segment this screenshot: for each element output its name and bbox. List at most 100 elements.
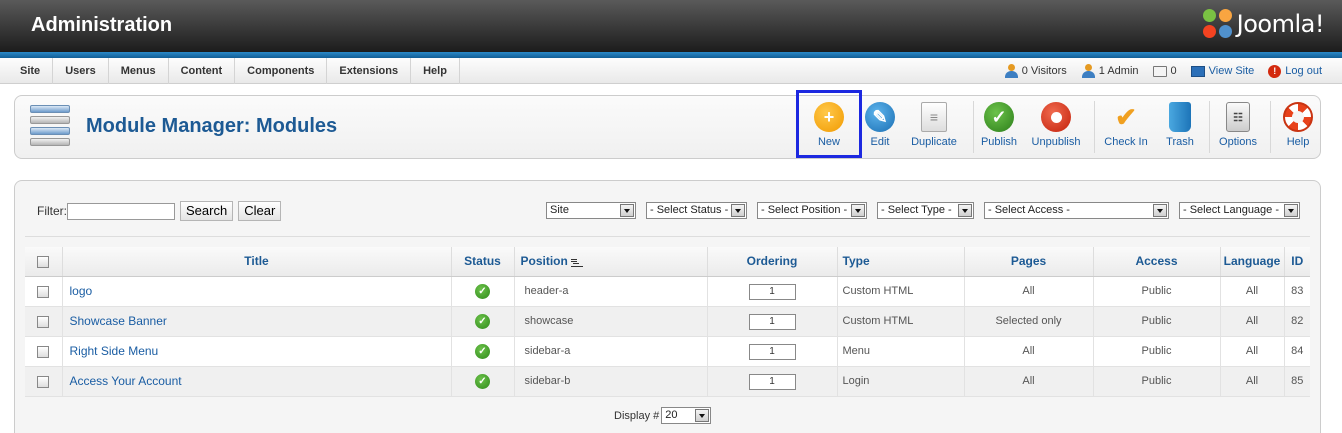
module-position: sidebar-a: [514, 336, 708, 367]
module-title-link[interactable]: Access Your Account: [70, 374, 182, 388]
module-title-link[interactable]: logo: [70, 284, 93, 298]
module-title-link[interactable]: Showcase Banner: [70, 314, 167, 328]
module-type: Custom HTML: [837, 276, 965, 307]
module-position: sidebar-b: [514, 366, 708, 397]
filter-bar: Filter: Search Clear: [37, 201, 282, 221]
module-pages: All: [964, 276, 1094, 307]
ordering-input[interactable]: 1: [748, 343, 796, 360]
new-button-highlight: [796, 90, 862, 158]
search-button[interactable]: Search: [180, 201, 234, 221]
duplicate-button[interactable]: ≡ Duplicate: [908, 102, 960, 152]
module-access: Public: [1093, 276, 1221, 307]
column-access[interactable]: Access: [1093, 247, 1221, 277]
joomla-logo[interactable]: Joomla!: [1202, 9, 1325, 39]
lifebuoy-icon: [1283, 102, 1313, 132]
unpublish-button[interactable]: Unpublish: [1030, 102, 1082, 152]
table-header-row: Title Status Position Ordering Type Page…: [25, 247, 1310, 277]
options-icon: ☷: [1226, 102, 1250, 132]
published-icon[interactable]: ✓: [475, 343, 490, 359]
select-all-checkbox[interactable]: [37, 256, 50, 269]
row-checkbox[interactable]: [37, 345, 50, 358]
clear-button[interactable]: Clear: [238, 201, 282, 221]
menu-site[interactable]: Site: [8, 58, 54, 84]
joomla-logo-icon: [1202, 9, 1233, 39]
sort-ascending-icon: [570, 258, 583, 267]
module-access: Public: [1093, 336, 1221, 367]
published-icon[interactable]: ✓: [475, 373, 490, 389]
column-pages[interactable]: Pages: [964, 247, 1094, 277]
column-language[interactable]: Language: [1220, 247, 1285, 277]
module-id: 84: [1284, 336, 1310, 367]
toolbar-separator: [1270, 101, 1271, 153]
chevron-down-icon: [731, 204, 745, 217]
table-row: Showcase Banner ✓ showcase 1 Custom HTML…: [25, 306, 1310, 337]
trash-button[interactable]: Trash: [1161, 102, 1199, 152]
column-position[interactable]: Position: [514, 247, 708, 277]
module-access: Public: [1093, 306, 1221, 337]
published-icon[interactable]: ✓: [475, 313, 490, 329]
module-language: All: [1220, 366, 1285, 397]
logout-link[interactable]: ! Log out: [1268, 64, 1322, 78]
help-button[interactable]: Help: [1278, 102, 1318, 152]
select-all-cell: [25, 247, 63, 277]
module-pages: All: [964, 366, 1094, 397]
type-select[interactable]: - Select Type -: [877, 202, 974, 219]
menu-menus[interactable]: Menus: [109, 58, 169, 84]
module-pages: All: [964, 336, 1094, 367]
ordering-input[interactable]: 1: [748, 373, 796, 390]
admins-status: 1 Admin: [1081, 64, 1139, 78]
visitors-status: 0 Visitors: [1004, 64, 1067, 78]
column-ordering[interactable]: Ordering: [707, 247, 838, 277]
ordering-input[interactable]: 1: [748, 283, 796, 300]
checkmark-icon: ✓: [984, 102, 1014, 132]
language-select[interactable]: - Select Language -: [1179, 202, 1300, 219]
row-checkbox[interactable]: [37, 315, 50, 328]
admin-user-icon: [1081, 64, 1095, 78]
options-button[interactable]: ☷ Options: [1216, 102, 1260, 152]
module-language: All: [1220, 336, 1285, 367]
client-select[interactable]: Site: [546, 202, 636, 219]
edit-button[interactable]: ✎ Edit: [860, 102, 900, 152]
menu-users[interactable]: Users: [53, 58, 109, 84]
toolbar-separator: [973, 101, 974, 153]
module-language: All: [1220, 276, 1285, 307]
filter-search-input[interactable]: [67, 202, 175, 220]
menu-help[interactable]: Help: [411, 58, 460, 84]
publish-button[interactable]: ✓ Publish: [978, 102, 1020, 152]
table-row: Access Your Account ✓ sidebar-b 1 Login …: [25, 366, 1310, 397]
module-position: header-a: [514, 276, 708, 307]
menu-content[interactable]: Content: [169, 58, 236, 84]
menu-extensions[interactable]: Extensions: [327, 58, 412, 84]
ordering-input[interactable]: 1: [748, 313, 796, 330]
messages-status[interactable]: 0: [1152, 65, 1177, 77]
column-title[interactable]: Title: [62, 247, 452, 277]
chevron-down-icon: [958, 204, 972, 217]
column-id[interactable]: ID: [1284, 247, 1310, 277]
pencil-icon: ✎: [865, 102, 895, 132]
mail-icon: [1152, 65, 1167, 77]
access-select[interactable]: - Select Access -: [984, 202, 1169, 219]
page-title: Module Manager: Modules: [86, 115, 338, 137]
display-limit-select[interactable]: 20: [661, 407, 712, 424]
main-menu-bar: Site Users Menus Content Components Exte…: [0, 58, 1342, 84]
column-type[interactable]: Type: [837, 247, 965, 277]
menu-components[interactable]: Components: [235, 58, 328, 84]
check-in-button[interactable]: ✔ Check In: [1102, 102, 1150, 152]
row-checkbox[interactable]: [37, 375, 50, 388]
module-manager-icon: [30, 105, 70, 147]
module-pages: Selected only: [964, 306, 1094, 337]
row-checkbox[interactable]: [37, 285, 50, 298]
module-title-link[interactable]: Right Side Menu: [70, 344, 159, 358]
chevron-down-icon: [695, 409, 710, 422]
filter-divider: [25, 236, 1310, 237]
chevron-down-icon: [620, 204, 634, 217]
column-status[interactable]: Status: [451, 247, 515, 277]
chevron-down-icon: [1284, 204, 1298, 217]
view-site-link[interactable]: View Site: [1190, 65, 1254, 77]
status-select[interactable]: - Select Status -: [646, 202, 747, 219]
chevron-down-icon: [1153, 204, 1167, 217]
table-row: Right Side Menu ✓ sidebar-a 1 Menu All P…: [25, 336, 1310, 367]
module-id: 83: [1284, 276, 1310, 307]
published-icon[interactable]: ✓: [475, 283, 490, 299]
position-select[interactable]: - Select Position -: [757, 202, 867, 219]
